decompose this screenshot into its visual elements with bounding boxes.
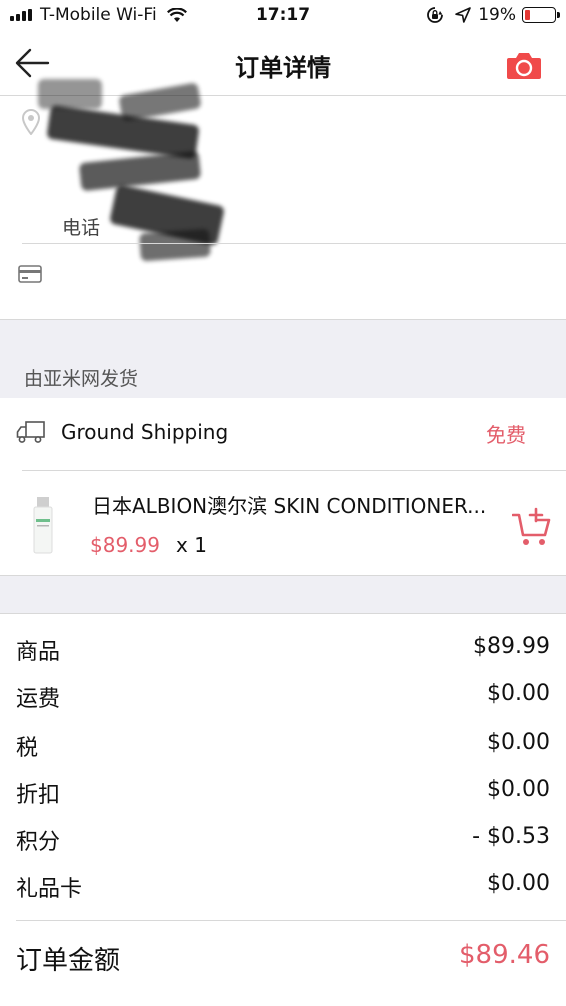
order-total-value: $89.46 xyxy=(459,940,550,970)
order-total-label: 订单金额 xyxy=(16,946,121,976)
summary-row-shipping: 运费 $0.00 xyxy=(0,681,566,721)
summary-value: $89.99 xyxy=(473,634,550,659)
product-item[interactable]: 日本ALBION澳尔滨 SKIN CONDITIONER... $89.99 x… xyxy=(0,471,566,575)
add-to-cart-button[interactable] xyxy=(511,507,552,547)
order-total-row: 订单金额 $89.46 xyxy=(0,940,566,980)
divider xyxy=(16,920,566,921)
summary-row-discount: 折扣 $0.00 xyxy=(0,777,566,817)
section-separator xyxy=(0,575,566,614)
shipping-fee: 免费 xyxy=(486,423,526,447)
summary-label: 税 xyxy=(16,736,39,761)
orientation-lock-icon xyxy=(427,7,444,23)
battery-fill xyxy=(525,10,530,20)
status-right: 19% xyxy=(426,5,560,25)
shipper-header: 由亚米网发货 xyxy=(24,368,139,390)
location-arrow-icon xyxy=(455,7,472,23)
summary-value: $0.00 xyxy=(487,777,550,802)
summary-label: 礼品卡 xyxy=(16,877,83,902)
battery-percent: 19% xyxy=(478,5,516,25)
redaction-scribble xyxy=(38,79,102,109)
summary-row-tax: 税 $0.00 xyxy=(0,730,566,770)
redaction-scribble xyxy=(139,228,211,262)
product-price: $89.99 xyxy=(90,533,160,557)
summary-label: 积分 xyxy=(16,830,61,855)
summary-value: - $0.53 xyxy=(472,824,550,849)
summary-value: $0.00 xyxy=(487,730,550,755)
page-title: 订单详情 xyxy=(235,54,331,82)
summary-row-gift-card: 礼品卡 $0.00 xyxy=(0,871,566,911)
summary-value: $0.00 xyxy=(487,871,550,896)
add-cart-icon xyxy=(511,507,551,545)
shipping-method-row[interactable]: Ground Shipping 免费 xyxy=(0,398,566,470)
summary-label: 商品 xyxy=(16,640,61,665)
product-quantity: x 1 xyxy=(176,533,207,557)
status-bar: T-Mobile Wi-Fi 17:17 19% xyxy=(0,0,566,32)
summary-value: $0.00 xyxy=(487,681,550,706)
summary-label: 运费 xyxy=(16,687,61,712)
summary-row-points: 积分 - $0.53 xyxy=(0,824,566,864)
product-name: 日本ALBION澳尔滨 SKIN CONDITIONER... xyxy=(92,494,487,518)
camera-icon xyxy=(507,53,541,79)
product-image xyxy=(33,497,53,554)
shipping-address-card[interactable]: 电话 xyxy=(0,79,566,319)
truck-icon xyxy=(16,421,45,443)
camera-button[interactable] xyxy=(506,50,542,80)
summary-row-items: 商品 $89.99 xyxy=(0,634,566,674)
phone-label: 电话 xyxy=(62,217,101,239)
shipping-method-label: Ground Shipping xyxy=(61,420,229,444)
credit-card-icon xyxy=(18,265,42,283)
location-pin-icon xyxy=(22,109,40,135)
redaction-scribble xyxy=(78,150,202,192)
battery-icon xyxy=(522,7,560,23)
summary-label: 折扣 xyxy=(16,783,61,808)
divider xyxy=(22,243,566,244)
